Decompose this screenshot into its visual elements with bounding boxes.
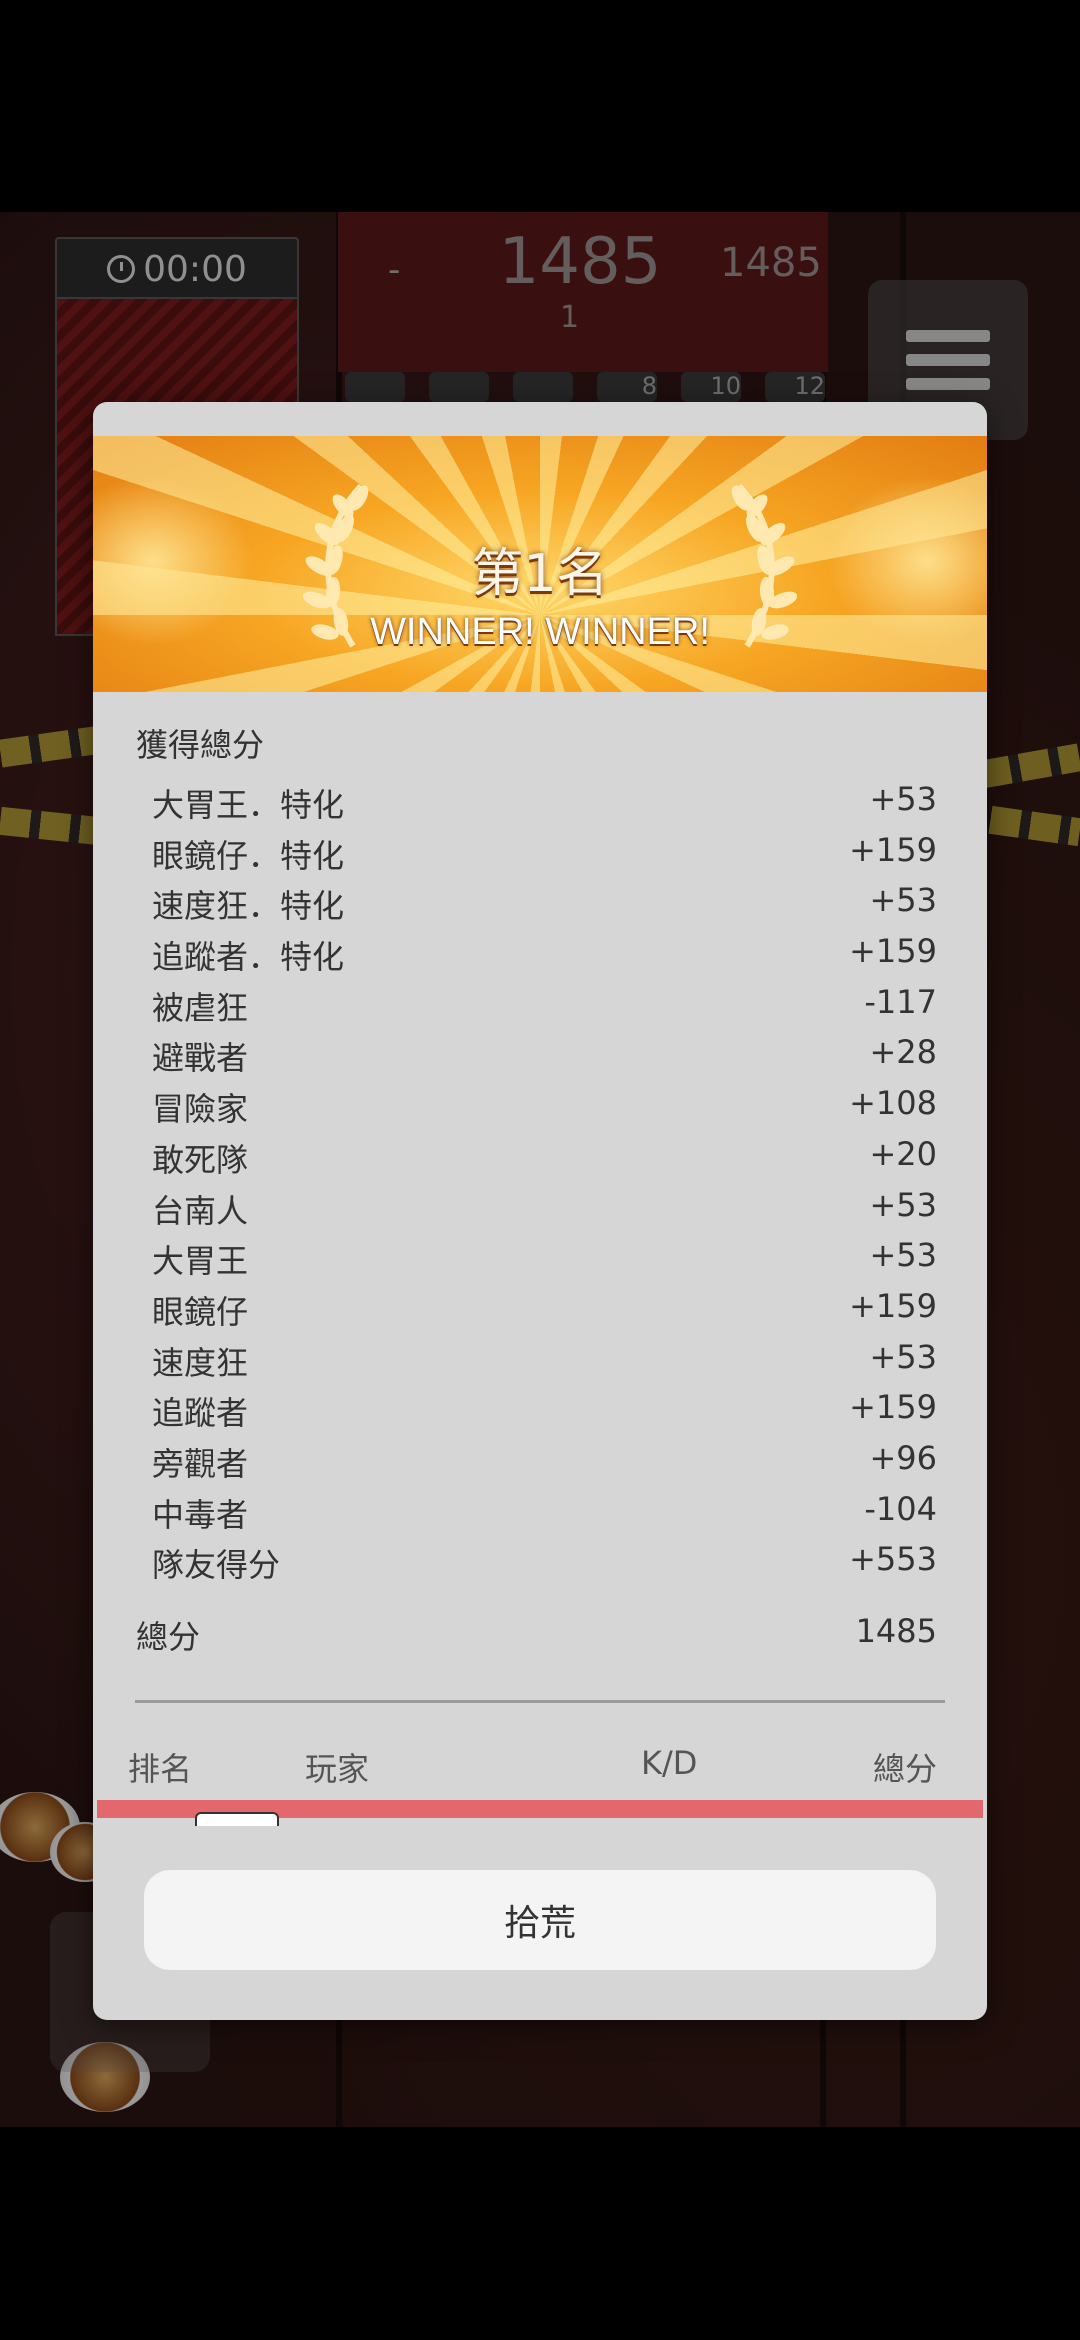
score-item-value: +53: [869, 1236, 937, 1275]
score-item-name: 中毒者: [152, 1495, 249, 1534]
score-item-value: +53: [869, 1185, 937, 1224]
score-row: 眼鏡仔．特化 +159: [93, 831, 987, 882]
score-item-value: +20: [869, 1134, 937, 1173]
score-item-value: +159: [849, 1286, 937, 1325]
score-item-value: +108: [849, 1084, 937, 1123]
header-player: 玩家: [305, 1750, 370, 1788]
score-item-name: 追蹤者: [152, 1394, 249, 1433]
score-row: 速度狂．特化 +53: [93, 881, 987, 932]
rank-row-cell: [195, 1812, 279, 1826]
score-row: 追蹤者 +159: [93, 1388, 987, 1439]
score-row: 避戰者 +28: [93, 1033, 987, 1084]
score-item-value: -104: [864, 1489, 937, 1528]
scavenge-button[interactable]: 拾荒: [144, 1870, 936, 1970]
score-item-value: +96: [869, 1438, 937, 1477]
score-item-value: +159: [849, 830, 937, 869]
score-item-name: 速度狂．特化: [152, 887, 345, 926]
header-rank: 排名: [128, 1750, 193, 1788]
score-item-value: +53: [869, 1337, 937, 1376]
winner-text: WINNER! WINNER!: [370, 611, 710, 653]
score-item-name: 速度狂: [152, 1343, 249, 1382]
score-item-name: 冒險家: [152, 1090, 249, 1129]
score-row: 眼鏡仔 +159: [93, 1287, 987, 1338]
score-item-name: 被虐狂: [152, 988, 249, 1027]
score-item-name: 眼鏡仔．特化: [152, 836, 345, 875]
header-score: 總分: [872, 1750, 937, 1788]
score-item-name: 避戰者: [152, 1039, 249, 1078]
score-item-name: 台南人: [152, 1191, 249, 1230]
score-row: 被虐狂 -117: [93, 983, 987, 1034]
total-label: 總分: [136, 1618, 201, 1656]
score-item-value: +28: [869, 1033, 937, 1072]
score-item-name: 追蹤者．特化: [152, 938, 345, 977]
score-row: 冒險家 +108: [93, 1084, 987, 1135]
score-row: 大胃王 +53: [93, 1236, 987, 1287]
score-item-value: +53: [869, 780, 937, 818]
divider: [135, 1700, 945, 1703]
rank-title: 第1名: [471, 544, 609, 604]
winner-banner: 第1名 WINNER! WINNER!: [93, 436, 987, 692]
score-row: 隊友得分 +553: [93, 1540, 987, 1591]
score-row: 大胃王．特化 +53: [93, 780, 987, 831]
score-row: 追蹤者．特化 +159: [93, 932, 987, 983]
score-row: 台南人 +53: [93, 1186, 987, 1237]
score-item-name: 隊友得分: [152, 1546, 281, 1585]
score-heading: 獲得總分: [136, 726, 265, 764]
score-item-value: +53: [869, 881, 937, 920]
score-item-name: 眼鏡仔: [152, 1292, 249, 1331]
score-item-name: 大胃王: [152, 1242, 249, 1281]
result-dialog: 第1名 WINNER! WINNER! 獲得總分 大胃王．特化 +53 眼鏡仔．特化…: [93, 402, 987, 2020]
score-row: 旁觀者 +96: [93, 1439, 987, 1490]
score-item-name: 敢死隊: [152, 1140, 249, 1179]
score-item-value: +159: [849, 932, 937, 971]
header-kd: K/D: [641, 1744, 698, 1782]
score-list: 大胃王．特化 +53 眼鏡仔．特化 +159 速度狂．特化 +53 追蹤者．特化 +159 被虐…: [93, 780, 987, 1591]
score-item-value: +553: [849, 1540, 937, 1579]
score-item-name: 大胃王．特化: [152, 786, 345, 824]
total-value: 1485: [855, 1612, 937, 1650]
score-item-value: +159: [849, 1388, 937, 1427]
score-item-name: 旁觀者: [152, 1444, 249, 1483]
score-item-value: -117: [864, 982, 937, 1021]
score-row: 敢死隊 +20: [93, 1135, 987, 1186]
score-row: 中毒者 -104: [93, 1490, 987, 1541]
score-row: 速度狂 +53: [93, 1338, 987, 1389]
